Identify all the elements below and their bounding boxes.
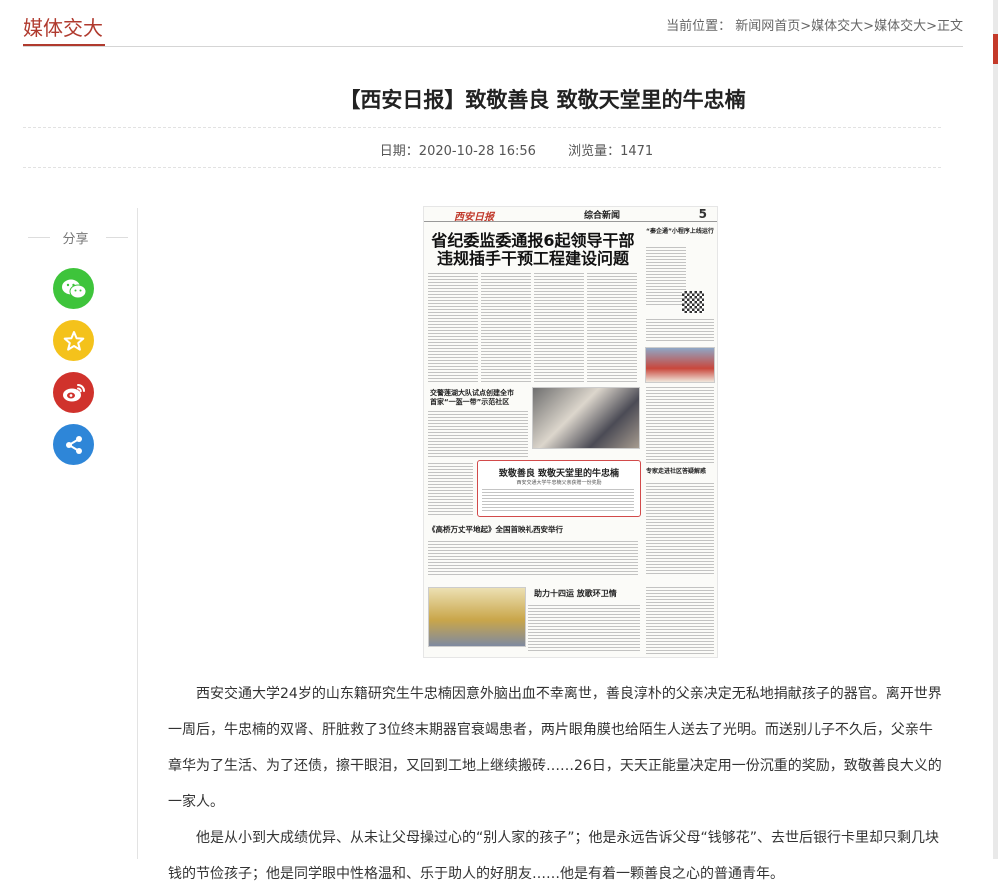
breadcrumb-separator: > xyxy=(863,19,875,34)
share-wechat-button[interactable] xyxy=(53,268,94,309)
newspaper-text-block xyxy=(428,273,478,383)
newspaper-masthead-bar: 西安日报 综合新闻 5 xyxy=(424,207,717,223)
newspaper-subheadline-line1: 交警莲湖大队试点创建全市 xyxy=(430,389,514,397)
newspaper-subheadline-line2: 首家“一盔一带”示范社区 xyxy=(430,398,510,406)
page-scrollbar[interactable] xyxy=(993,0,998,859)
newspaper-text-block xyxy=(428,411,528,457)
newspaper-text-block xyxy=(646,387,714,465)
date-value: 2020-10-28 16:56 xyxy=(418,144,536,159)
highlighted-story-title: 致敬善良 致敬天堂里的牛忠楠 xyxy=(498,469,620,479)
header-divider xyxy=(23,46,963,47)
wechat-icon xyxy=(61,279,86,298)
newspaper-headline: 省纪委监委通报6起领导干部 违规插手干预工程建设问题 xyxy=(428,232,638,268)
article-meta: 日期：2020-10-28 16:56 浏览量：1471 xyxy=(0,140,998,159)
breadcrumb-current: 正文 xyxy=(936,19,963,34)
newspaper-page-number: 5 xyxy=(698,207,707,221)
article-date: 日期：2020-10-28 16:56 xyxy=(380,144,536,159)
share-qzone-button[interactable] xyxy=(53,320,94,361)
views-label: 浏览量： xyxy=(568,144,621,159)
share-column-divider xyxy=(137,208,138,859)
section-title[interactable]: 媒体交大 xyxy=(23,12,103,41)
breadcrumb-home-link[interactable]: 新闻网首页 xyxy=(735,19,800,34)
title-divider xyxy=(23,127,941,128)
star-icon xyxy=(63,330,84,351)
breadcrumb-separator: > xyxy=(926,19,937,34)
newspaper-photo xyxy=(428,587,526,647)
share-panel: 分享 xyxy=(23,228,128,465)
newspaper-text-block xyxy=(646,319,714,343)
page-header: 媒体交大 当前位置： 新闻网首页>媒体交大>媒体交大>正文 xyxy=(23,0,963,48)
newspaper-text-block xyxy=(646,247,686,307)
share-icon xyxy=(65,435,82,454)
newspaper-photo xyxy=(645,347,715,383)
breadcrumb-section-link[interactable]: 媒体交大 xyxy=(811,19,863,34)
newspaper-side-headline: 专家走进社区答疑解惑 xyxy=(646,468,707,475)
newspaper-highlighted-story: 致敬善良 致敬天堂里的牛忠楠 西安交通大学牛忠楠父亲获赠一份奖励 xyxy=(477,460,641,517)
scrollbar-thumb[interactable] xyxy=(993,34,998,64)
newspaper-text-block xyxy=(528,605,640,653)
article-title: 【西安日报】致敬善良 致敬天堂里的牛忠楠 xyxy=(339,88,746,112)
newspaper-text-block xyxy=(587,273,637,383)
share-more-button[interactable] xyxy=(53,424,94,465)
highlighted-story-subtitle: 西安交通大学牛忠楠父亲获赠一份奖励 xyxy=(516,480,602,486)
breadcrumb-separator: > xyxy=(800,19,812,34)
breadcrumb-prefix: 当前位置： xyxy=(666,19,732,34)
meta-divider xyxy=(23,167,941,168)
newspaper-page-image: 西安日报 综合新闻 5 省纪委监委通报6起领导干部 违规插手干预工程建设问题 “… xyxy=(423,206,718,658)
article-body: 西安交通大学24岁的山东籍研究生牛忠楠因意外脑出血不幸离世，善良淳朴的父亲决定无… xyxy=(168,676,946,892)
newspaper-photo xyxy=(532,387,640,449)
breadcrumb: 当前位置： 新闻网首页>媒体交大>媒体交大>正文 xyxy=(666,15,963,34)
newspaper-text-block xyxy=(428,463,473,517)
newspaper-text-block xyxy=(482,489,634,511)
share-label: 分享 xyxy=(23,228,128,247)
newspaper-text-block xyxy=(428,541,638,577)
newspaper-text-block xyxy=(534,273,584,383)
newspaper-section: 综合新闻 xyxy=(584,211,621,221)
newspaper-text-block xyxy=(646,587,714,655)
newspaper-qr-code xyxy=(682,291,704,313)
date-label: 日期： xyxy=(379,144,419,159)
newspaper-logo: 西安日报 xyxy=(454,212,494,223)
newspaper-headline-line1: 省纪委监委通报6起领导干部 xyxy=(431,231,635,250)
breadcrumb-subsection-link[interactable]: 媒体交大 xyxy=(874,19,926,34)
newspaper-subheadline: 交警莲湖大队试点创建全市 首家“一盔一带”示范社区 xyxy=(430,389,530,407)
article-paragraph: 他是从小到大成绩优异、从未让父母操过心的“别人家的孩子”；他是永远告诉父母“钱够… xyxy=(168,830,940,882)
views-value: 1471 xyxy=(620,144,654,159)
newspaper-text-block xyxy=(646,483,714,575)
article-views: 浏览量：1471 xyxy=(568,144,653,159)
article-paragraph: 西安交通大学24岁的山东籍研究生牛忠楠因意外脑出血不幸离世，善良淳朴的父亲决定无… xyxy=(168,686,942,810)
newspaper-headline-line2: 违规插手干预工程建设问题 xyxy=(436,249,629,268)
share-weibo-button[interactable] xyxy=(53,372,94,413)
newspaper-subheadline: 《高桥万丈平地起》全国首映礼西安举行 xyxy=(428,525,563,534)
newspaper-side-headline: “秦企通”小程序上线运行 xyxy=(646,228,714,235)
weibo-icon xyxy=(62,383,85,401)
newspaper-subheadline: 助力十四运 放歌环卫情 xyxy=(534,589,617,598)
newspaper-text-block xyxy=(481,273,531,383)
